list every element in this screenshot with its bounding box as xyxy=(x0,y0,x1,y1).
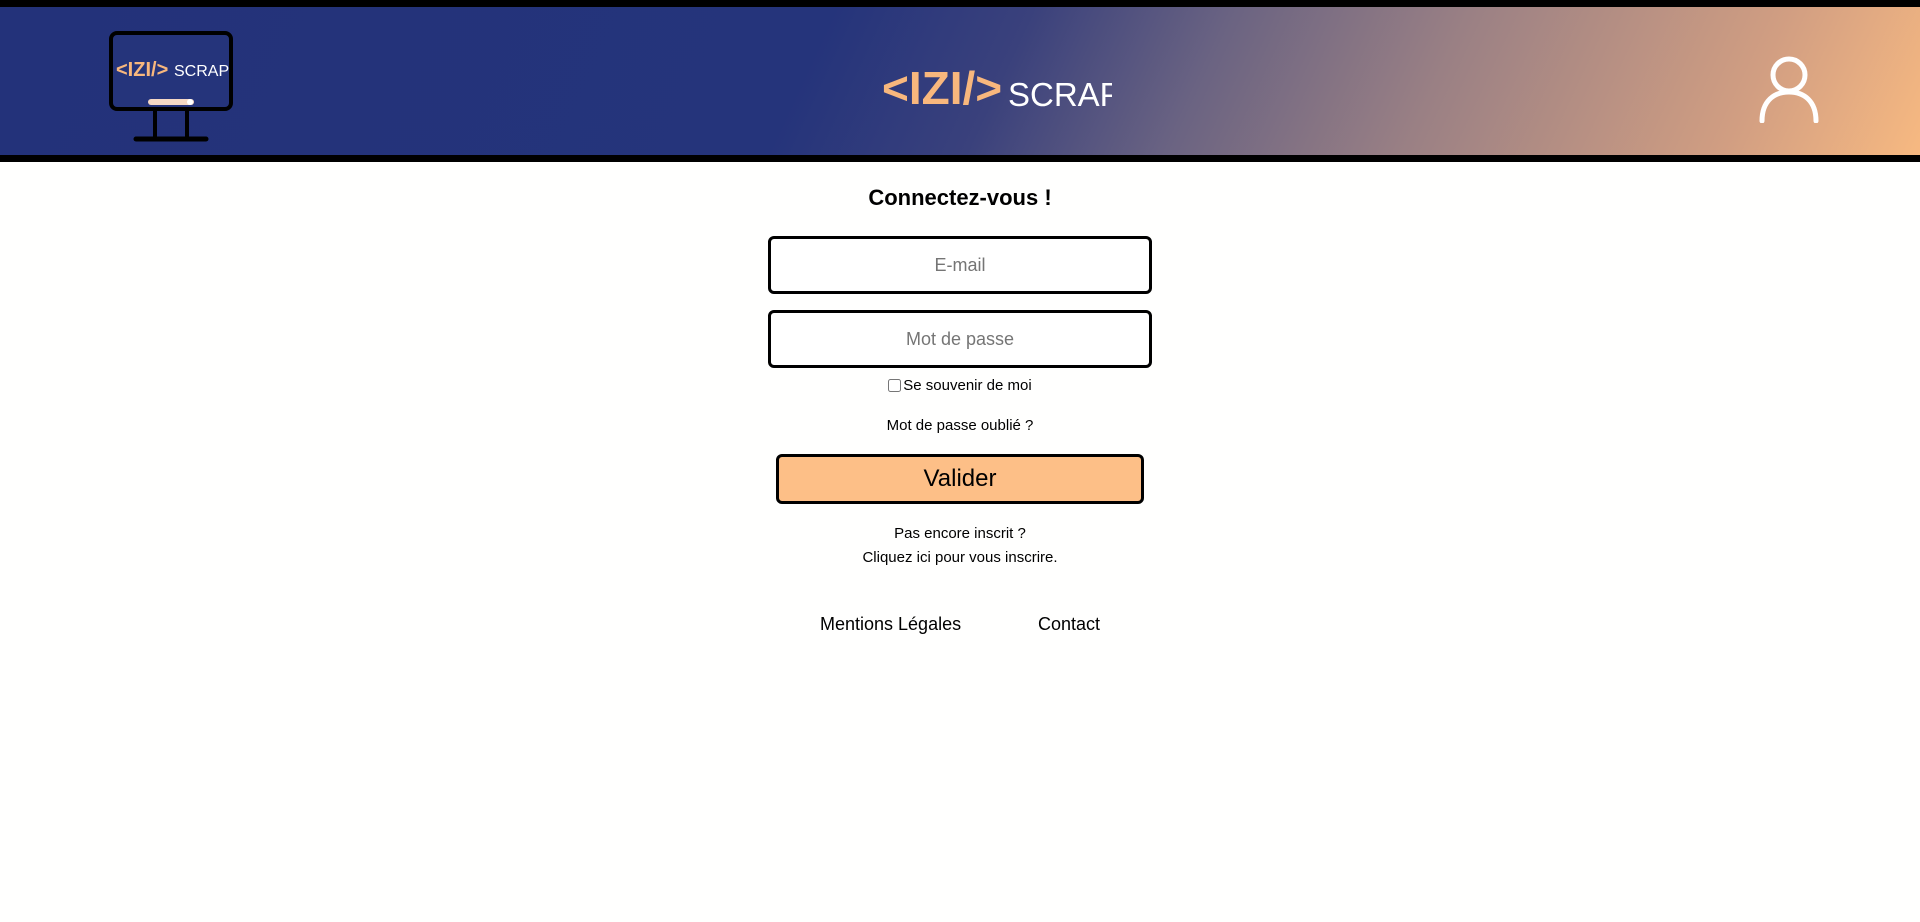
signup-question: Pas encore inscrit ? xyxy=(894,525,1026,542)
site-header: <IZI/> SCRAP <IZI/> SCRAP xyxy=(0,0,1920,162)
center-logo[interactable]: <IZI/> SCRAP xyxy=(880,62,1112,114)
signup-link[interactable]: Cliquez ici pour vous inscrire. xyxy=(0,546,1920,570)
remember-me-label[interactable]: Se souvenir de moi xyxy=(903,377,1031,394)
forgot-password-link[interactable]: Mot de passe oublié ? xyxy=(0,417,1920,434)
remember-me-row: Se souvenir de moi xyxy=(0,377,1920,394)
login-section: Connectez-vous ! Se souvenir de moi Mot … xyxy=(0,162,1920,922)
contact-link[interactable]: Contact xyxy=(1038,614,1100,635)
submit-button[interactable]: Valider xyxy=(776,454,1144,504)
login-title: Connectez-vous ! xyxy=(868,185,1052,210)
center-logo-brackets: <IZI/> xyxy=(882,62,1002,114)
signup-prompt: Pas encore inscrit ? Cliquez ici pour vo… xyxy=(0,522,1920,570)
center-logo-brand: SCRAP xyxy=(1008,76,1112,113)
legal-notice-link[interactable]: Mentions Légales xyxy=(820,614,961,635)
remember-me-checkbox[interactable] xyxy=(888,379,902,392)
password-field[interactable] xyxy=(768,310,1152,368)
monitor-logo-brackets: <IZI/> xyxy=(116,59,168,81)
monitor-logo-brand: SCRAP xyxy=(174,63,229,80)
monitor-logo[interactable]: <IZI/> SCRAP xyxy=(108,30,236,148)
email-field[interactable] xyxy=(768,236,1152,294)
user-icon[interactable] xyxy=(1758,55,1820,123)
